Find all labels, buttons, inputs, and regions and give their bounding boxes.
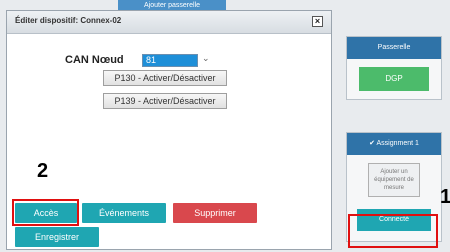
delete-button[interactable]: Supprimer [173, 203, 257, 223]
assignment-panel-header: ✔ Assignment 1 [347, 133, 441, 155]
can-node-select[interactable]: 81 [142, 54, 198, 67]
close-icon[interactable]: × [312, 16, 323, 27]
events-button[interactable]: Événements [82, 203, 166, 223]
save-button[interactable]: Enregistrer [15, 227, 99, 247]
gateway-panel-header: Passerelle [347, 37, 441, 59]
dgp-button[interactable]: DGP [359, 67, 429, 91]
chevron-down-icon[interactable]: ⌄ [202, 53, 210, 64]
dialog-header: Éditer dispositif: Connex-02 × [7, 11, 331, 34]
step-marker-1: 1 [440, 186, 450, 208]
p130-toggle-button[interactable]: P130 - Activer/Désactiver [103, 70, 227, 86]
access-highlight-box [12, 199, 79, 226]
can-node-label: CAN Nœud [65, 54, 124, 66]
dialog-title: Éditer dispositif: Connex-02 [15, 16, 122, 25]
step-marker-2: 2 [37, 160, 49, 182]
gateway-panel: Passerelle DGP [346, 36, 442, 100]
connected-highlight-box [348, 214, 438, 248]
p139-toggle-button[interactable]: P139 - Activer/Désactiver [103, 93, 227, 109]
add-measurement-device-placeholder[interactable]: Ajouter un équipement de mesure [368, 163, 420, 197]
